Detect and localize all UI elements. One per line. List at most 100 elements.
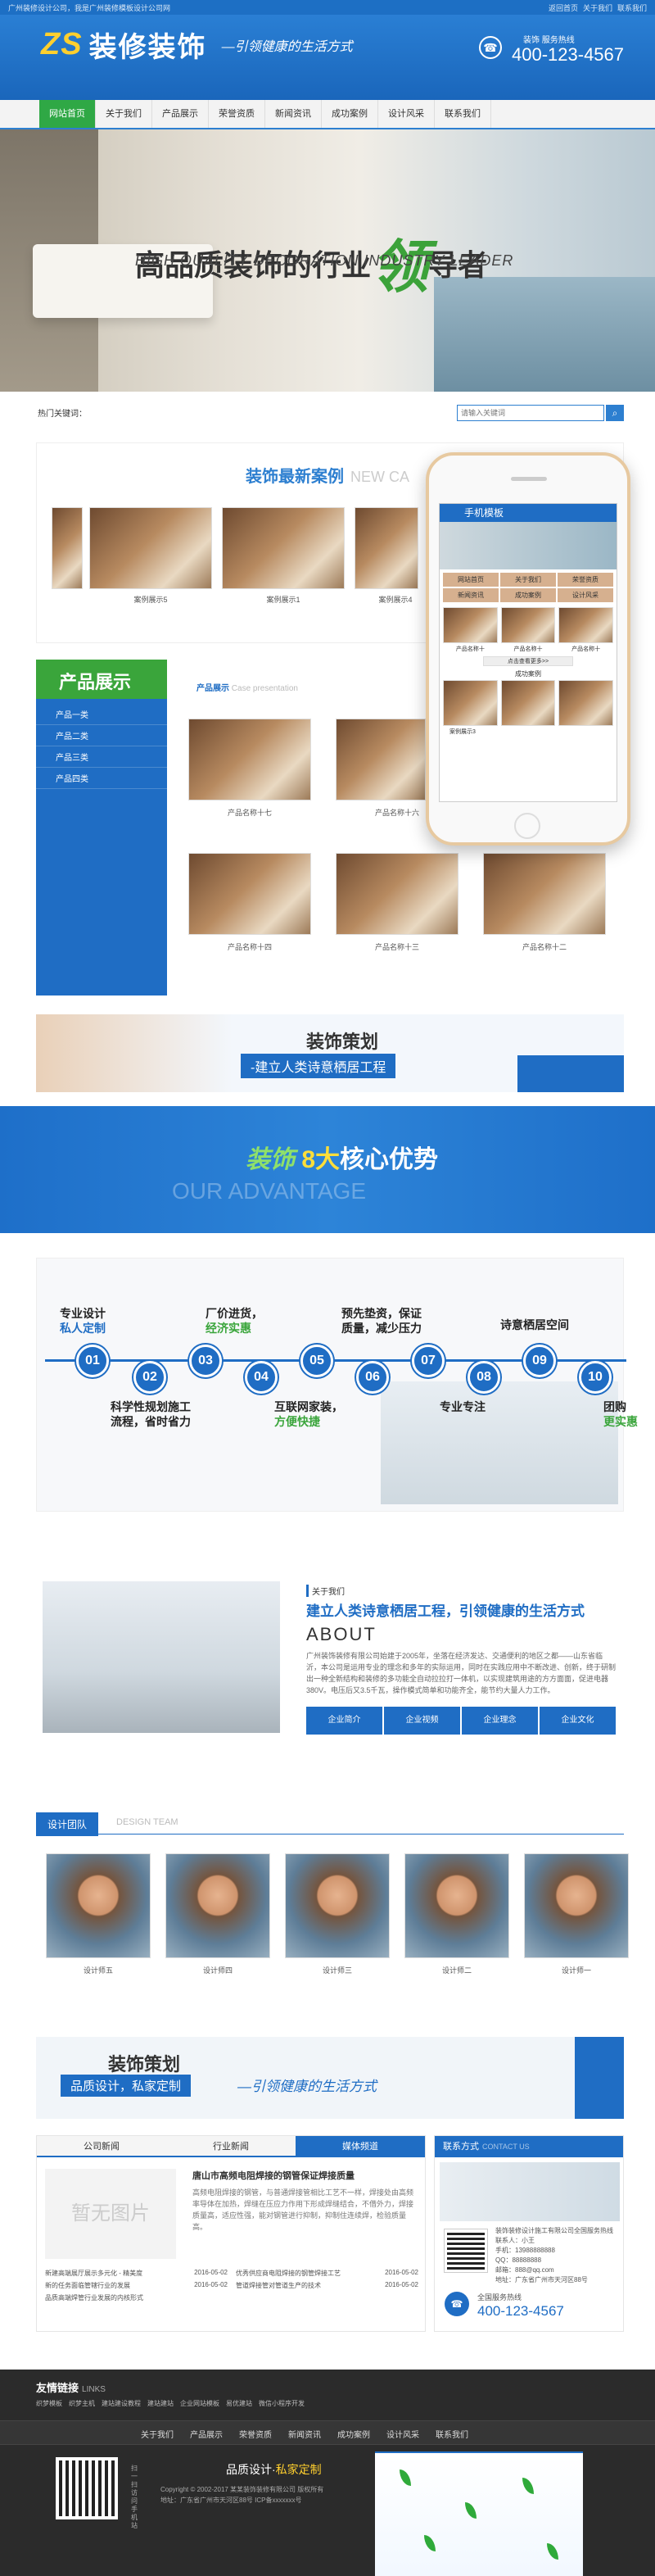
nav-home[interactable]: 网站首页 xyxy=(39,100,96,128)
about-intro-button[interactable]: 企业简介 xyxy=(306,1707,382,1735)
phone-menu-item[interactable]: 设计风采 xyxy=(558,588,613,602)
tab-media[interactable]: 媒体频道 xyxy=(296,2136,425,2156)
footer-nav-item[interactable]: 新闻资讯 xyxy=(288,2428,321,2440)
top-link-contact[interactable]: 联系我们 xyxy=(617,2,647,13)
planning-banner: 装饰策划 -建立人类诗意栖居工程 xyxy=(36,1014,624,1092)
step-text: 厂价进货， 经济实惠 xyxy=(206,1307,263,1335)
about-section: 关于我们 建立人类诗意栖居工程，引领健康的生活方式 ABOUT 广州装饰装修有限… xyxy=(36,1573,624,1745)
case-caption: 案例展示1 xyxy=(266,596,300,604)
about-philosophy-button[interactable]: 企业理念 xyxy=(462,1707,538,1735)
friend-link[interactable]: 织梦模板 xyxy=(36,2399,62,2408)
phone-cases xyxy=(440,678,617,728)
nav-news[interactable]: 新闻资讯 xyxy=(265,100,322,128)
phone-menu-item[interactable]: 成功案例 xyxy=(500,588,556,602)
phone-screen: 手机模板 网站首页 关于我们 荣誉资质 新闻资讯 成功案例 设计风采 产品名称十… xyxy=(439,503,617,802)
product-cat-2[interactable]: 产品二类 xyxy=(36,725,167,746)
step-dot: 06 xyxy=(356,1361,389,1394)
about-video-button[interactable]: 企业视频 xyxy=(384,1707,460,1735)
designer-photo[interactable] xyxy=(285,1853,390,1958)
friend-link[interactable]: 建站建设教程 xyxy=(102,2399,141,2408)
product-thumb[interactable] xyxy=(336,853,458,935)
product-cat-4[interactable]: 产品四类 xyxy=(36,768,167,789)
designer-photo[interactable] xyxy=(165,1853,270,1958)
about-culture-button[interactable]: 企业文化 xyxy=(540,1707,616,1735)
news-item[interactable]: 管道焊接管对管道生产的技术 2016-05-02 xyxy=(236,2281,418,2290)
phone-more-link[interactable]: 点击查看更多>> xyxy=(483,656,573,666)
footer-nav-item[interactable]: 设计风采 xyxy=(386,2428,419,2440)
step-dot: 02 xyxy=(133,1361,166,1394)
top-link-about[interactable]: 关于我们 xyxy=(583,2,612,13)
nav-design[interactable]: 设计风采 xyxy=(378,100,435,128)
friend-link[interactable]: 建站建站 xyxy=(147,2399,174,2408)
case-thumb[interactable] xyxy=(52,507,83,589)
phone-menu-item[interactable]: 网站首页 xyxy=(443,573,499,587)
search-icon[interactable]: ⌕ xyxy=(606,405,624,421)
product-thumb[interactable] xyxy=(336,719,426,800)
designer-photo[interactable] xyxy=(404,1853,509,1958)
footer-nav-item[interactable]: 产品展示 xyxy=(190,2428,223,2440)
step-dot: 03 xyxy=(189,1345,222,1377)
nav-contact[interactable]: 联系我们 xyxy=(435,100,491,128)
footer: 友情链接 LINKS 织梦模板 织梦主机 建站建设教程 建站建站 企业网站模板 易… xyxy=(0,2370,655,2576)
footer-nav-item[interactable]: 荣誉资质 xyxy=(239,2428,272,2440)
top-link-home[interactable]: 返回首页 xyxy=(549,2,578,13)
product-thumb[interactable] xyxy=(188,853,311,935)
top-links: 返回首页 关于我们 联系我们 xyxy=(549,2,647,13)
product-sidebar: 产品展示 产品一类 产品二类 产品三类 产品四类 xyxy=(36,660,167,995)
friend-link[interactable]: 企业网站模板 xyxy=(180,2399,219,2408)
planning2-subtitle: 品质设计，私家定制 xyxy=(61,2075,192,2097)
product-thumb[interactable] xyxy=(483,853,606,935)
nav-about[interactable]: 关于我们 xyxy=(96,100,152,128)
team-en: DESIGN TEAM xyxy=(116,1817,178,1827)
welcome-text: 广州装修设计公司，我是广州装修模板设计公司网 xyxy=(8,4,171,12)
step-text: 团购 更实惠 xyxy=(603,1400,638,1428)
planning-subtitle: -建立人类诗意栖居工程 xyxy=(241,1054,396,1078)
nav-honors[interactable]: 荣誉资质 xyxy=(209,100,265,128)
phone-menu-item[interactable]: 新闻资讯 xyxy=(443,588,499,602)
case-thumb[interactable] xyxy=(355,507,418,589)
footer-nav-item[interactable]: 成功案例 xyxy=(337,2428,370,2440)
main-nav: 网站首页 关于我们 产品展示 荣誉资质 新闻资讯 成功案例 设计风采 联系我们 xyxy=(0,100,655,129)
qr-code xyxy=(444,2229,488,2273)
friend-link[interactable]: 微信小程序开发 xyxy=(259,2399,305,2408)
phone-cases-title: 成功案例 xyxy=(515,670,541,678)
friend-link[interactable]: 易优建站 xyxy=(226,2399,252,2408)
step-text: 科学性规划施工 流程，省时省力 xyxy=(111,1400,191,1428)
news-feature-title[interactable]: 唐山市高频电阻焊接的钢管保证焊接质量 xyxy=(192,2169,355,2182)
top-bar: 广州装修设计公司，我是广州装修模板设计公司网 返回首页 关于我们 联系我们 xyxy=(0,0,655,15)
news-item[interactable]: 新建高端展厅展示多元化 - 精美度 2016-05-02 xyxy=(45,2269,228,2278)
news-item[interactable]: 品质高端焊管行业发展的内核形式 xyxy=(45,2293,228,2302)
header-slogan: —引领健康的生活方式 xyxy=(221,39,353,54)
friend-link[interactable]: 织梦主机 xyxy=(69,2399,95,2408)
service-staff-image xyxy=(440,2162,620,2221)
designer-photo[interactable] xyxy=(46,1853,151,1958)
banner-sea-view xyxy=(434,277,655,392)
news-item[interactable]: 新的任务面临管辖行业的发展 2016-05-02 xyxy=(45,2281,228,2290)
news-tabs: 公司新闻 行业新闻 媒体频道 xyxy=(37,2136,425,2157)
product-sidebar-title: 产品展示 xyxy=(36,660,167,699)
product-thumb[interactable] xyxy=(188,719,311,800)
logo[interactable]: ZS 装修装饰 —引领健康的生活方式 xyxy=(41,25,353,65)
case-thumb[interactable] xyxy=(89,507,212,589)
product-cat-3[interactable]: 产品三类 xyxy=(36,746,167,768)
footer-nav-item[interactable]: 联系我们 xyxy=(436,2428,468,2440)
nav-products[interactable]: 产品展示 xyxy=(152,100,209,128)
hero-banner[interactable]: 高品质装饰的行业领导者 HIGH QUALITY DECORATION INDU… xyxy=(0,129,655,392)
tab-industry-news[interactable]: 行业新闻 xyxy=(166,2136,296,2156)
design-team: 设计团队 DESIGN TEAM 设计师五 设计师四 设计师三 设计师二 设计师… xyxy=(36,1812,629,2017)
step-text: 诗意栖居空间 xyxy=(500,1318,569,1331)
phone-menu-item[interactable]: 关于我们 xyxy=(500,573,556,587)
tab-company-news[interactable]: 公司新闻 xyxy=(37,2136,166,2156)
logo-text: 装修装饰 xyxy=(88,32,207,63)
footer-slogan: 品质设计·私家定制 xyxy=(226,2463,322,2476)
news-feature-text: 高频电阻焊接的钢管，与普通焊接管相比工艺不一样，焊接处由高频率导体在加热，焊缝在… xyxy=(192,2188,414,2231)
nav-cases[interactable]: 成功案例 xyxy=(322,100,378,128)
news-item[interactable]: 优秀供应商电阻焊接的钢管焊接工艺 2016-05-02 xyxy=(236,2269,418,2278)
product-cat-1[interactable]: 产品一类 xyxy=(36,704,167,725)
phone-menu-item[interactable]: 荣誉资质 xyxy=(558,573,613,587)
case-thumb[interactable] xyxy=(222,507,345,589)
phone-menu: 网站首页 关于我们 荣誉资质 新闻资讯 成功案例 设计风采 xyxy=(440,569,617,605)
designer-photo[interactable] xyxy=(524,1853,629,1958)
search-input[interactable] xyxy=(457,405,604,421)
footer-nav-item[interactable]: 关于我们 xyxy=(141,2428,174,2440)
